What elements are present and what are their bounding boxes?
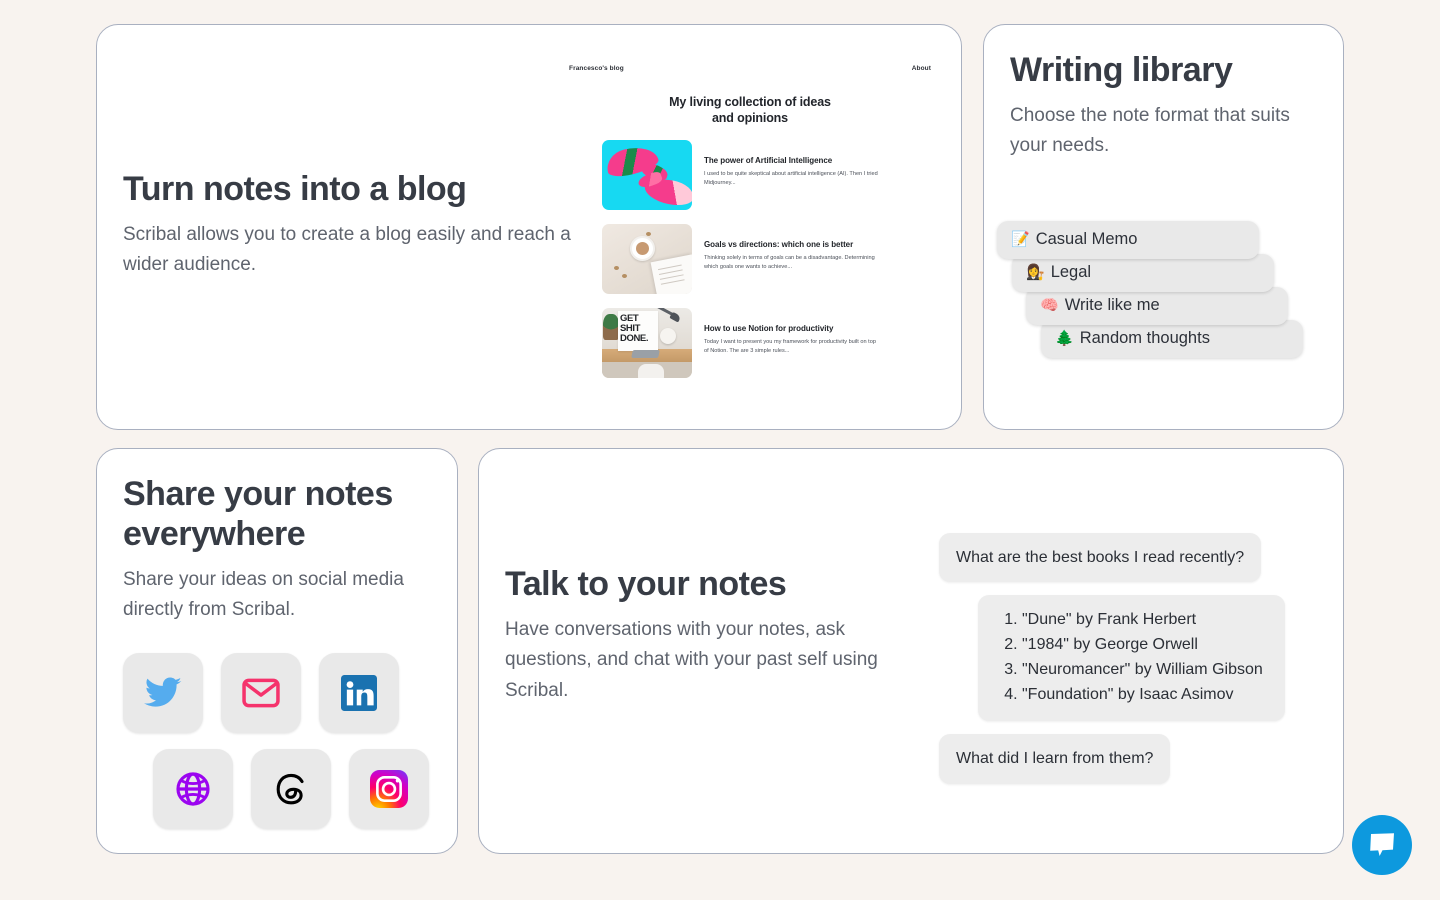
chat-answer-item: "Foundation" by Isaac Asimov (1022, 683, 1263, 708)
blog-post-text: Goals vs directions: which one is better… (704, 224, 879, 272)
chat-bubble-icon (1370, 833, 1394, 856)
share-button-web[interactable] (153, 749, 233, 829)
blog-headline-line-2: and opinions (712, 110, 788, 125)
chat-transcript: What are the best books I read recently?… (939, 533, 1319, 784)
brain-emoji: 🧠 (1040, 297, 1059, 314)
blog-post-text: The power of Artificial Intelligence I u… (704, 140, 879, 188)
blog-headline-line-1: My living collection of ideas (669, 95, 831, 109)
memo-emoji: 📝 (1011, 231, 1030, 248)
share-button-linkedin[interactable] (319, 653, 399, 733)
note-format-label: Random thoughts (1079, 329, 1210, 347)
chat-answer-item: "Dune" by Frank Herbert (1022, 608, 1263, 633)
get-shit-done-desk-thumbnail: GET SHIT DONE. (602, 308, 692, 379)
blog-site-name: Francesco's blog (569, 65, 624, 72)
share-channel-row-1 (123, 653, 429, 733)
email-icon (242, 678, 280, 708)
linkedin-icon (341, 675, 377, 711)
evergreen-tree-emoji: 🌲 (1055, 330, 1074, 347)
note-format-label: Casual Memo (1035, 230, 1138, 248)
feature-card-share: Share your notes everywhere Share your i… (96, 448, 458, 854)
note-format-option-legal[interactable]: 👩‍⚖️ Legal (1012, 254, 1274, 292)
share-channel-row-2 (153, 749, 429, 829)
talk-card-subtitle: Have conversations with your notes, ask … (505, 618, 878, 701)
judge-emoji: 👩‍⚖️ (1026, 264, 1045, 281)
chat-bubble-question: What did I learn from them? (939, 734, 1171, 784)
blog-post-item[interactable]: The power of Artificial Intelligence I u… (560, 140, 940, 211)
note-format-option-casual-memo[interactable]: 📝 Casual Memo (997, 221, 1259, 259)
share-button-instagram[interactable] (349, 749, 429, 829)
blog-copy-block: Turn notes into a blog Scribal allows yo… (123, 170, 573, 281)
share-button-email[interactable] (221, 653, 301, 733)
feature-card-talk: Talk to your notes Have conversations wi… (478, 448, 1344, 854)
blog-post-text: How to use Notion for productivity Today… (704, 308, 879, 356)
blog-post-excerpt: Today I want to present you my framework… (704, 339, 876, 355)
share-card-title: Share your notes everywhere (123, 475, 393, 553)
page-root: Turn notes into a blog Scribal allows yo… (0, 0, 1440, 900)
feature-card-writing-library: Writing library Choose the note format t… (983, 24, 1344, 430)
blog-preview-topbar: Francesco's blog About (560, 65, 940, 72)
feature-card-blog: Turn notes into a blog Scribal allows yo… (96, 24, 962, 430)
twitter-icon (144, 677, 182, 707)
share-button-twitter[interactable] (123, 653, 203, 733)
note-format-label: Legal (1050, 263, 1092, 281)
library-copy-block: Writing library Choose the note format t… (1010, 51, 1320, 162)
note-format-list: 📝 Casual Memo 👩‍⚖️ Legal 🧠 Write like me 🌲 R… (997, 221, 1337, 358)
blog-card-title: Turn notes into a blog (123, 170, 467, 208)
blog-nav-about-link[interactable]: About (912, 65, 931, 72)
blog-post-item[interactable]: Goals vs directions: which one is better… (560, 224, 940, 295)
blog-post-title: Goals vs directions: which one is better (704, 240, 854, 250)
desk-coffee-thumbnail (602, 224, 692, 295)
blog-post-item[interactable]: GET SHIT DONE. How to use Notion for produ… (560, 308, 940, 379)
share-button-threads[interactable] (251, 749, 331, 829)
note-format-option-write-like-me[interactable]: 🧠 Write like me (1026, 287, 1288, 325)
chat-answer-item: "Neuromancer" by William Gibson (1022, 658, 1263, 683)
blog-post-title: How to use Notion for productivity (704, 324, 834, 334)
chat-launcher-button[interactable] (1352, 815, 1412, 875)
library-card-title: Writing library (1010, 51, 1233, 89)
talk-copy-block: Talk to your notes Have conversations wi… (505, 565, 915, 706)
chat-answer-item: "1984" by George Orwell (1022, 633, 1263, 658)
threads-icon (276, 773, 304, 805)
blog-post-title: The power of Artificial Intelligence (704, 156, 833, 166)
instagram-icon (370, 770, 408, 808)
blog-post-excerpt: I used to be quite skeptical about artif… (704, 171, 878, 187)
note-format-option-random-thoughts[interactable]: 🌲 Random thoughts (1041, 320, 1303, 358)
blog-preview-headline: My living collection of ideas and opinio… (560, 95, 940, 126)
blog-post-excerpt: Thinking solely in terms of goals can be… (704, 255, 875, 271)
share-copy-block: Share your notes everywhere Share your i… (123, 475, 423, 625)
talk-card-title: Talk to your notes (505, 565, 787, 603)
share-card-subtitle: Share your ideas on social media directl… (123, 568, 404, 620)
blog-card-subtitle: Scribal allows you to create a blog easi… (123, 223, 571, 276)
library-card-subtitle: Choose the note format that suits your n… (1010, 104, 1290, 157)
globe-icon (176, 772, 210, 806)
share-channel-grid (123, 653, 429, 845)
chat-bubble-question: What are the best books I read recently? (939, 533, 1262, 583)
chat-bubble-answer: "Dune" by Frank Herbert "1984" by George… (978, 595, 1285, 722)
note-format-label: Write like me (1064, 296, 1160, 314)
ai-hands-thumbnail (602, 140, 692, 211)
blog-preview: Francesco's blog About My living collect… (560, 65, 940, 379)
